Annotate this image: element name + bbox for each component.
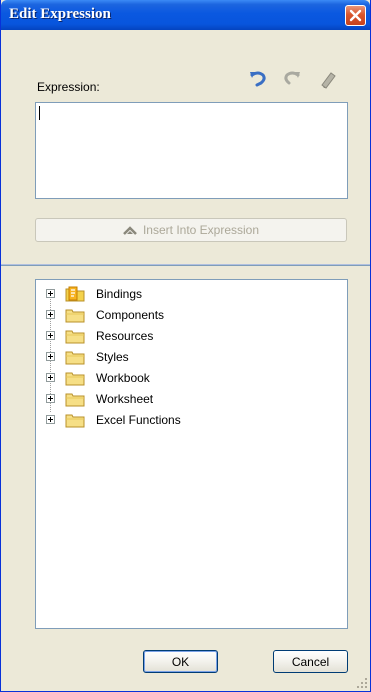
resize-grip-icon[interactable] <box>356 677 368 689</box>
folder-icon <box>65 393 85 407</box>
tree-item-styles[interactable]: Styles <box>36 347 336 368</box>
folder-icon <box>65 351 85 365</box>
tree-item-excel-functions[interactable]: Excel Functions <box>36 410 336 431</box>
expand-toggle[interactable] <box>46 415 55 424</box>
folder-icon <box>65 372 85 386</box>
close-icon <box>349 9 362 22</box>
tree-item-worksheet[interactable]: Worksheet <box>36 389 336 410</box>
expression-input[interactable] <box>35 102 348 199</box>
tree-item-label: Resources <box>96 329 154 343</box>
undo-button[interactable] <box>247 68 269 90</box>
bindings-folder-icon <box>65 286 85 302</box>
tree-item-label: Bindings <box>96 287 143 301</box>
clear-button[interactable] <box>317 68 339 90</box>
tree-view[interactable]: Bindings Components Resources Styles Wor… <box>35 279 348 629</box>
tree-item-label: Worksheet <box>96 392 154 406</box>
text-caret <box>39 106 40 120</box>
tree-item-components[interactable]: Components <box>36 305 336 326</box>
dialog-body: Expression: Insert Into Expression Bindi… <box>1 30 370 691</box>
window-title: Edit Expression <box>9 6 111 22</box>
tree-item-workbook[interactable]: Workbook <box>36 368 336 389</box>
tree-item-resources[interactable]: Resources <box>36 326 336 347</box>
insert-label: Insert Into Expression <box>142 223 260 237</box>
redo-icon <box>284 71 300 85</box>
expand-toggle[interactable] <box>46 289 55 298</box>
folder-icon <box>65 414 85 428</box>
tree-item-label: Excel Functions <box>96 413 181 427</box>
cancel-button[interactable]: Cancel <box>273 650 348 673</box>
tree-item-label: Styles <box>96 350 129 364</box>
expand-toggle[interactable] <box>46 352 55 361</box>
folder-icon <box>65 330 85 344</box>
redo-button[interactable] <box>281 68 303 90</box>
section-divider <box>1 264 370 266</box>
tree-item-label: Workbook <box>96 371 150 385</box>
expand-toggle[interactable] <box>46 394 55 403</box>
tree-item-label: Components <box>96 308 165 322</box>
undo-icon <box>250 71 266 87</box>
expand-toggle[interactable] <box>46 310 55 319</box>
insert-into-expression-button[interactable]: Insert Into Expression <box>35 218 347 242</box>
eraser-icon <box>321 72 336 89</box>
close-button[interactable] <box>345 5 366 26</box>
title-bar[interactable]: Edit Expression <box>1 0 370 30</box>
edit-expression-dialog: Edit Expression Expression: Insert Into … <box>0 0 371 692</box>
expand-toggle[interactable] <box>46 373 55 382</box>
ok-button[interactable]: OK <box>143 650 218 673</box>
folder-icon <box>65 309 85 323</box>
expression-label: Expression: <box>37 80 100 94</box>
tree-item-bindings[interactable]: Bindings <box>36 284 336 305</box>
expand-toggle[interactable] <box>46 331 55 340</box>
chevron-up-icon <box>123 226 137 235</box>
